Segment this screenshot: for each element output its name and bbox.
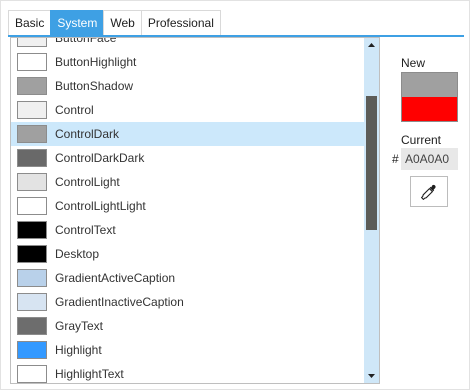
color-swatch (17, 101, 47, 119)
color-name: ControlLightLight (55, 199, 146, 213)
color-preview (401, 72, 458, 122)
current-color-swatch (402, 97, 457, 121)
color-list-item[interactable]: GrayText (11, 314, 364, 338)
color-list-item[interactable]: ButtonHighlight (11, 50, 364, 74)
color-list-item[interactable]: GradientInactiveCaption (11, 290, 364, 314)
color-list-item[interactable]: ControlLightLight (11, 194, 364, 218)
color-swatch (17, 197, 47, 215)
color-swatch (17, 77, 47, 95)
scroll-thumb[interactable] (366, 96, 377, 230)
tab-web[interactable]: Web (103, 10, 142, 35)
tab-system[interactable]: System (50, 10, 105, 35)
color-swatch (17, 38, 47, 47)
color-swatch (17, 245, 47, 263)
color-name: ButtonHighlight (55, 55, 137, 69)
color-swatch (17, 125, 47, 143)
color-name: ButtonFace (55, 37, 117, 45)
color-swatch (17, 317, 47, 335)
new-color-swatch (402, 73, 457, 97)
color-list-item[interactable]: Highlight (11, 338, 364, 362)
color-list-item[interactable]: ControlText (11, 218, 364, 242)
color-name: GradientInactiveCaption (55, 295, 184, 309)
system-color-list[interactable]: ButtonFace ButtonHighlight ButtonShadow Con… (10, 37, 380, 384)
vertical-scrollbar[interactable] (364, 38, 379, 383)
color-name: Control (55, 103, 94, 117)
scroll-down-icon[interactable] (364, 369, 379, 383)
color-swatch (17, 53, 47, 71)
color-name: Desktop (55, 247, 100, 261)
current-color-label: Current (401, 133, 442, 147)
new-color-label: New (401, 56, 426, 70)
hex-prefix: # (392, 152, 399, 166)
color-name: Highlight (55, 343, 102, 357)
color-name: ControlLight (55, 175, 120, 189)
color-list-item[interactable]: ButtonFace (11, 37, 364, 50)
color-list-item[interactable]: ButtonShadow (11, 74, 364, 98)
color-swatch (17, 221, 47, 239)
color-list-item[interactable]: GradientActiveCaption (11, 266, 364, 290)
color-name: GradientActiveCaption (55, 271, 176, 285)
color-picker-window: Basic System Web Professional ButtonFace… (0, 0, 470, 390)
tab-basic[interactable]: Basic (8, 10, 52, 35)
eyedropper-icon (421, 184, 436, 200)
eyedropper-button[interactable] (410, 176, 448, 207)
color-list-item[interactable]: ControlDark (11, 122, 364, 146)
color-list-item[interactable]: HighlightText (11, 362, 364, 383)
color-name: ButtonShadow (55, 79, 134, 93)
color-swatch (17, 365, 47, 383)
color-list-item[interactable]: Desktop (11, 242, 364, 266)
color-name: ControlDarkDark (55, 151, 145, 165)
scroll-up-icon[interactable] (364, 38, 379, 52)
color-swatch (17, 293, 47, 311)
hex-value-field[interactable]: A0A0A0 (401, 148, 458, 170)
color-list-item[interactable]: ControlLight (11, 170, 364, 194)
color-swatch (17, 341, 47, 359)
color-name: ControlText (55, 223, 116, 237)
color-name: ControlDark (55, 127, 120, 141)
color-swatch (17, 269, 47, 287)
tab-strip: Basic System Web Professional (8, 10, 221, 36)
color-list-items: ButtonFace ButtonHighlight ButtonShadow Con… (11, 37, 364, 383)
color-swatch (17, 173, 47, 191)
color-name: GrayText (55, 319, 104, 333)
color-name: HighlightText (55, 367, 124, 381)
color-swatch (17, 149, 47, 167)
tab-professional[interactable]: Professional (140, 10, 221, 35)
color-list-item[interactable]: ControlDarkDark (11, 146, 364, 170)
color-list-item[interactable]: Control (11, 98, 364, 122)
